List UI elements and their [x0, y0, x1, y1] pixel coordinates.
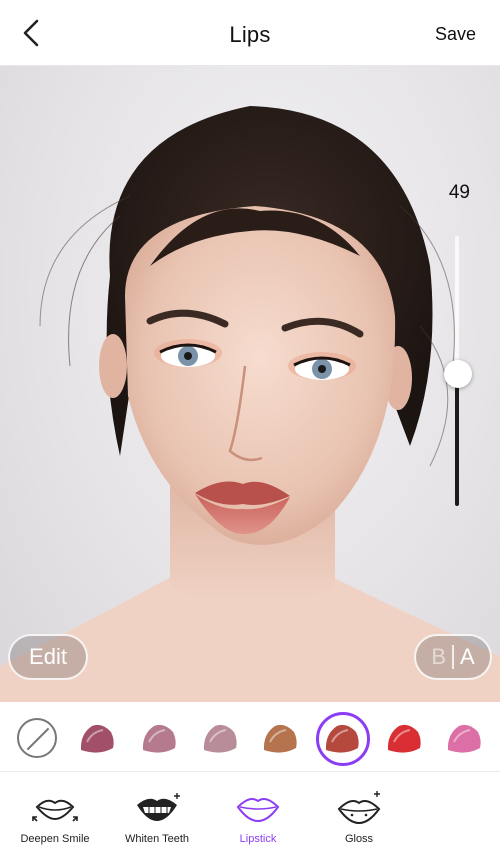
deepen-smile-icon [32, 799, 78, 822]
lip-tool-bar: Deepen Smile Whiten Teeth Lipstick Gloss [0, 773, 500, 855]
tool-whiten-teeth[interactable]: Whiten Teeth [102, 787, 212, 851]
page-title: Lips [229, 22, 271, 47]
swatch-red[interactable] [380, 714, 428, 762]
no-color-icon [17, 718, 57, 758]
before-label: B [431, 644, 446, 669]
tool-deepen-smile[interactable]: Deepen Smile [0, 787, 110, 851]
top-bar: Lips Save [0, 0, 500, 66]
edit-button[interactable]: Edit [8, 634, 88, 680]
swatch-none[interactable] [13, 714, 61, 762]
lipstick-swatch-icon [263, 724, 297, 753]
lipstick-swatch-icon [142, 724, 176, 753]
lipstick-swatch-icon [80, 724, 114, 753]
swatch-terracotta[interactable] [316, 712, 370, 766]
lipstick-swatch-icon [447, 724, 481, 753]
lipstick-icon [236, 798, 280, 823]
tool-label: Gloss [344, 833, 374, 845]
color-swatch-row [0, 702, 500, 772]
portrait-image [0, 106, 500, 702]
whiten-teeth-icon [137, 793, 180, 821]
swatch-mauve[interactable] [73, 714, 121, 762]
save-button[interactable]: Save [435, 24, 476, 45]
before-after-divider [452, 645, 454, 669]
before-after-button[interactable]: B A [414, 634, 492, 680]
tool-lipstick[interactable]: Lipstick [203, 787, 313, 851]
tool-label: Deepen Smile [20, 833, 90, 845]
face-photo[interactable]: 49 Edit B A [0, 66, 500, 702]
intensity-value: 49 [448, 182, 470, 203]
intensity-slider-fill [455, 373, 459, 506]
lipstick-swatch-icon [325, 724, 359, 753]
lipstick-swatch-icon [203, 724, 237, 753]
swatch-dusty-rose[interactable] [135, 714, 183, 762]
after-label: A [460, 644, 475, 669]
lipstick-swatch-icon [387, 724, 421, 753]
intensity-slider-thumb[interactable] [444, 359, 472, 388]
swatch-caramel[interactable] [256, 714, 304, 762]
swatch-pink[interactable] [440, 714, 488, 762]
swatch-pale-mauve[interactable] [196, 714, 244, 762]
tool-label: Lipstick [239, 833, 277, 845]
tool-gloss[interactable]: Gloss [304, 787, 414, 851]
gloss-icon [337, 791, 381, 825]
tool-label: Whiten Teeth [124, 833, 189, 845]
